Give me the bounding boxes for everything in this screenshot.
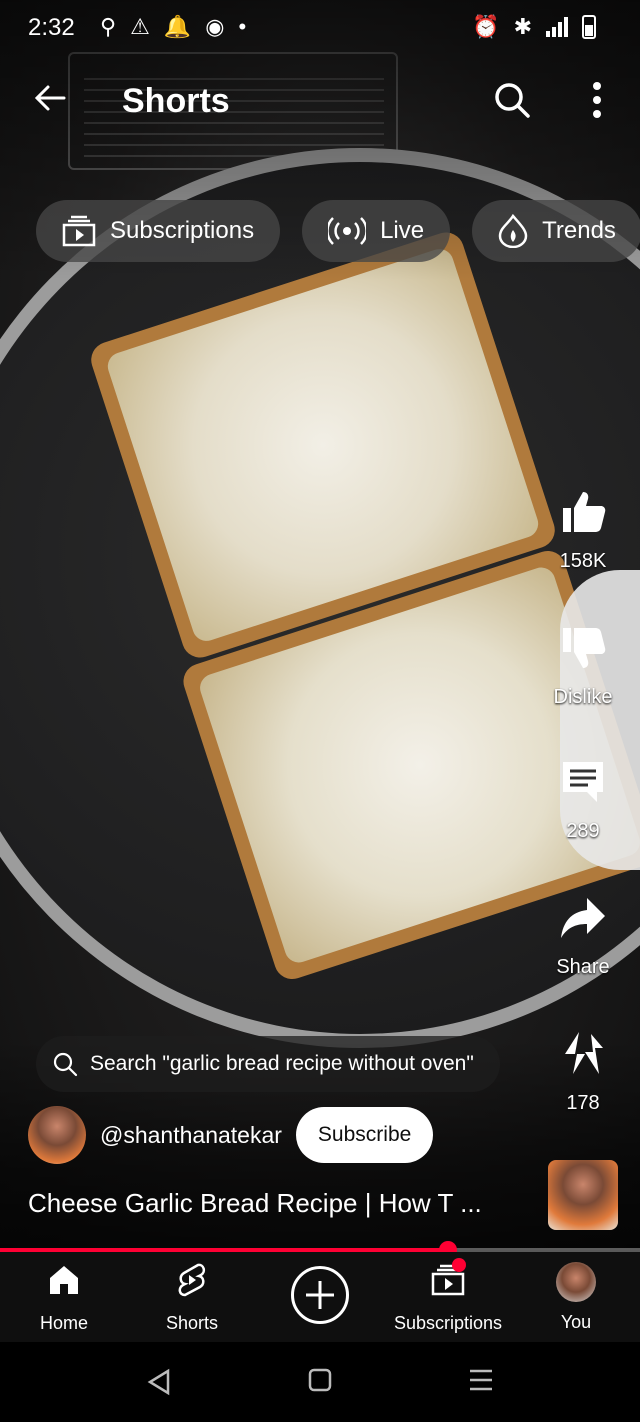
bell-icon: 🔔 bbox=[163, 14, 192, 39]
search-suggestion[interactable]: Search "garlic bread recipe without oven… bbox=[36, 1036, 500, 1092]
share-label: Share bbox=[556, 956, 610, 978]
dot-icon: • bbox=[238, 14, 247, 39]
dislike-button[interactable]: Dislike bbox=[540, 624, 626, 709]
system-recents-icon[interactable] bbox=[468, 1368, 494, 1392]
home-icon bbox=[50, 1266, 78, 1294]
comments-button[interactable]: 289 bbox=[540, 758, 626, 843]
nav-home[interactable]: Home bbox=[4, 1262, 124, 1334]
comment-count: 289 bbox=[566, 820, 600, 842]
dislike-label: Dislike bbox=[553, 686, 613, 708]
chip-subscriptions[interactable]: Subscriptions bbox=[36, 200, 281, 262]
share-button[interactable]: Share bbox=[540, 894, 626, 979]
search-suggestion-text: Search "garlic bread recipe without oven… bbox=[90, 1052, 474, 1075]
thumbs-up-icon bbox=[563, 492, 606, 532]
channel-handle[interactable]: @shanthanatekar bbox=[100, 1122, 282, 1149]
new-content-badge bbox=[452, 1258, 466, 1272]
subscribe-button[interactable]: Subscribe bbox=[295, 1107, 434, 1163]
vpn-icon: ◉ bbox=[205, 14, 225, 39]
system-home-icon[interactable] bbox=[308, 1368, 332, 1392]
page-title: Shorts bbox=[122, 82, 230, 120]
nav-label: Home bbox=[39, 1313, 88, 1333]
nav-you[interactable]: You bbox=[516, 1262, 636, 1333]
profile-avatar bbox=[556, 1262, 596, 1302]
nav-label: Shorts bbox=[165, 1313, 219, 1333]
chip-trends[interactable]: Trends bbox=[472, 200, 640, 262]
channel-row: @shanthanatekar Subscribe bbox=[28, 1106, 434, 1164]
like-count: 158K bbox=[559, 550, 607, 572]
bottom-navigation: Home Shorts Subscriptions You bbox=[0, 1252, 640, 1342]
chip-label: Trends bbox=[542, 217, 616, 244]
usb-icon: ⚲ bbox=[100, 14, 117, 39]
remix-button[interactable]: 178 bbox=[540, 1030, 626, 1115]
back-arrow-icon[interactable] bbox=[30, 78, 70, 118]
video-title[interactable]: Cheese Garlic Bread Recipe | How T ... bbox=[28, 1188, 482, 1219]
nav-label: You bbox=[560, 1312, 592, 1332]
bluetooth-icon: ✱ bbox=[513, 14, 532, 39]
search-icon[interactable] bbox=[492, 80, 532, 120]
chip-label: Subscriptions bbox=[110, 217, 255, 244]
chip-live[interactable]: Live bbox=[302, 200, 451, 262]
remix-icon bbox=[565, 1032, 603, 1074]
channel-avatar[interactable] bbox=[28, 1106, 86, 1164]
status-right-icons: ⏰ ✱ bbox=[472, 14, 596, 40]
chip-label: Live bbox=[380, 217, 425, 244]
trends-icon bbox=[498, 214, 528, 248]
nav-label: Subscriptions bbox=[393, 1313, 503, 1333]
share-icon bbox=[561, 898, 605, 938]
alarm-icon: ⏰ bbox=[472, 14, 500, 39]
comment-icon bbox=[563, 762, 603, 802]
nav-subscriptions[interactable]: Subscriptions bbox=[388, 1262, 508, 1334]
subscriptions-icon bbox=[62, 215, 96, 247]
status-time: 2:32 bbox=[28, 14, 75, 41]
more-options-icon[interactable] bbox=[582, 80, 612, 120]
shorts-icon bbox=[178, 1263, 206, 1297]
battery-icon bbox=[582, 15, 596, 39]
system-back-icon[interactable] bbox=[146, 1368, 172, 1396]
system-navigation-bar bbox=[0, 1342, 640, 1422]
nav-shorts[interactable]: Shorts bbox=[132, 1262, 252, 1334]
create-button[interactable] bbox=[291, 1266, 349, 1324]
like-button[interactable]: 158K bbox=[540, 488, 626, 573]
live-icon bbox=[328, 217, 367, 245]
status-bar: 2:32 ⚲ ⚠ 🔔 ◉ • ⏰ ✱ bbox=[0, 0, 640, 58]
shorts-header: Shorts bbox=[0, 68, 640, 132]
warning-icon: ⚠ bbox=[130, 14, 150, 39]
signal-icon bbox=[546, 17, 568, 37]
remix-count: 178 bbox=[566, 1092, 600, 1114]
plus-icon bbox=[306, 1281, 334, 1309]
search-icon bbox=[53, 1052, 78, 1077]
status-left-icons: ⚲ ⚠ 🔔 ◉ • bbox=[100, 14, 246, 40]
thumbs-down-icon bbox=[563, 628, 606, 668]
filter-chips: Subscriptions Live Trends bbox=[36, 200, 640, 262]
sound-thumbnail[interactable] bbox=[548, 1160, 618, 1230]
